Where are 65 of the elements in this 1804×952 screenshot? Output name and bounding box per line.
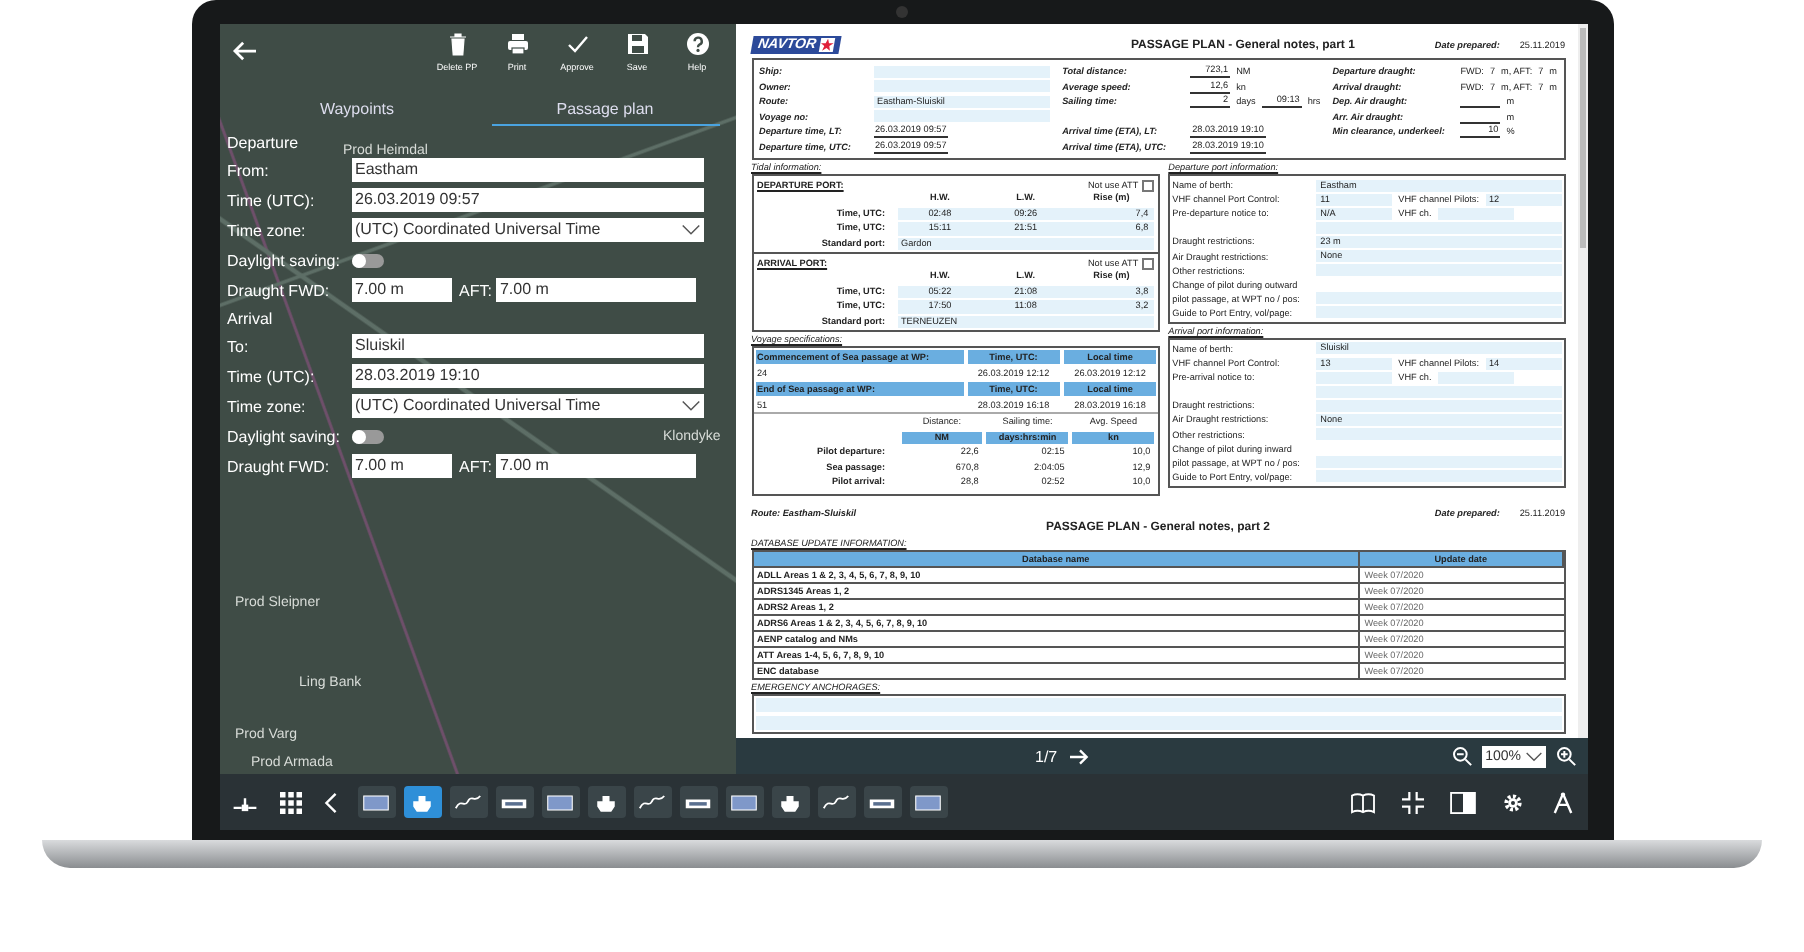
field-label: Draught FWD:	[227, 457, 332, 475]
collapse-icon[interactable]	[1399, 791, 1425, 813]
panel-tab[interactable]: Waypoints	[243, 96, 471, 126]
time-zone-dropdown[interactable]: (UTC) Coordinated Universal Time	[351, 218, 703, 242]
layer-tool-icon[interactable]	[863, 786, 901, 818]
field-label: Time (UTC):	[227, 367, 317, 385]
field-label: Daylight saving:	[227, 251, 342, 269]
panel-icon[interactable]	[1449, 791, 1475, 813]
layer-tool-icon[interactable]	[403, 786, 441, 818]
chevron-left-icon[interactable]	[323, 791, 337, 813]
grid-menu-icon[interactable]	[277, 791, 303, 813]
time-zone-dropdown[interactable]: (UTC) Coordinated Universal Time	[351, 394, 703, 418]
chevron-down-icon	[681, 400, 699, 412]
field-label: From:	[227, 161, 271, 179]
layer-tool-icon[interactable]	[587, 786, 625, 818]
toggle-switch[interactable]	[351, 429, 383, 443]
input-field[interactable]: Sluiskil	[351, 334, 703, 358]
field-label: AFT:	[459, 281, 492, 299]
next-page-arrow-icon[interactable]	[1069, 747, 1090, 765]
chevron-down-icon	[1525, 751, 1541, 761]
layer-tool-icon[interactable]	[771, 786, 809, 818]
zoom-in-icon[interactable]	[1555, 746, 1575, 766]
layer-tool-icon[interactable]	[633, 786, 671, 818]
layer-tool-icon[interactable]	[495, 786, 533, 818]
section-title: Departure	[227, 134, 299, 152]
input-field[interactable]: Eastham	[351, 158, 703, 182]
input-field[interactable]: 26.03.2019 09:57	[351, 188, 703, 212]
input-field[interactable]: 7.00 m	[351, 454, 451, 478]
book-icon[interactable]	[1349, 791, 1375, 813]
section-title: Arrival	[227, 310, 273, 328]
input-field[interactable]: 7.00 m	[351, 278, 451, 302]
checkmark-icon	[565, 32, 589, 56]
scrollbar[interactable]	[1577, 24, 1587, 738]
trash-icon	[445, 32, 469, 56]
field-label: Daylight saving:	[227, 427, 342, 445]
settings-icon[interactable]	[1499, 791, 1525, 813]
input-field[interactable]: 28.03.2019 19:10	[351, 364, 703, 388]
field-label: Time zone:	[227, 397, 308, 415]
layer-tool-icon[interactable]	[541, 786, 579, 818]
page-counter: 1/7	[1035, 747, 1058, 765]
chevron-down-icon	[681, 224, 699, 236]
back-arrow-icon[interactable]	[231, 40, 257, 62]
field-label: To:	[227, 337, 251, 355]
layer-tool-icon[interactable]	[357, 786, 395, 818]
toggle-switch[interactable]	[351, 253, 383, 267]
field-label: Time zone:	[227, 221, 308, 239]
field-label: Draught FWD:	[227, 281, 332, 299]
checkbox[interactable]	[1142, 179, 1155, 191]
panel-tab[interactable]: Passage plan	[491, 96, 719, 126]
checkbox[interactable]	[1142, 257, 1155, 269]
layer-tool-icon[interactable]	[449, 786, 487, 818]
layer-tool-icon[interactable]	[679, 786, 717, 818]
zoom-out-icon[interactable]	[1451, 746, 1472, 766]
field-label: Time (UTC):	[227, 191, 317, 209]
layer-tool-icon[interactable]	[725, 786, 763, 818]
compass-icon[interactable]	[1549, 791, 1575, 813]
input-field[interactable]: 7.00 m	[495, 278, 696, 302]
help-icon	[685, 32, 709, 56]
camera-dot	[896, 6, 908, 18]
layer-tool-icon[interactable]	[909, 786, 947, 818]
input-field[interactable]: 7.00 m	[495, 454, 696, 478]
printer-icon	[505, 32, 529, 56]
save-icon	[625, 32, 649, 56]
layer-tool-icon[interactable]	[817, 786, 855, 818]
field-label: AFT:	[459, 457, 492, 475]
